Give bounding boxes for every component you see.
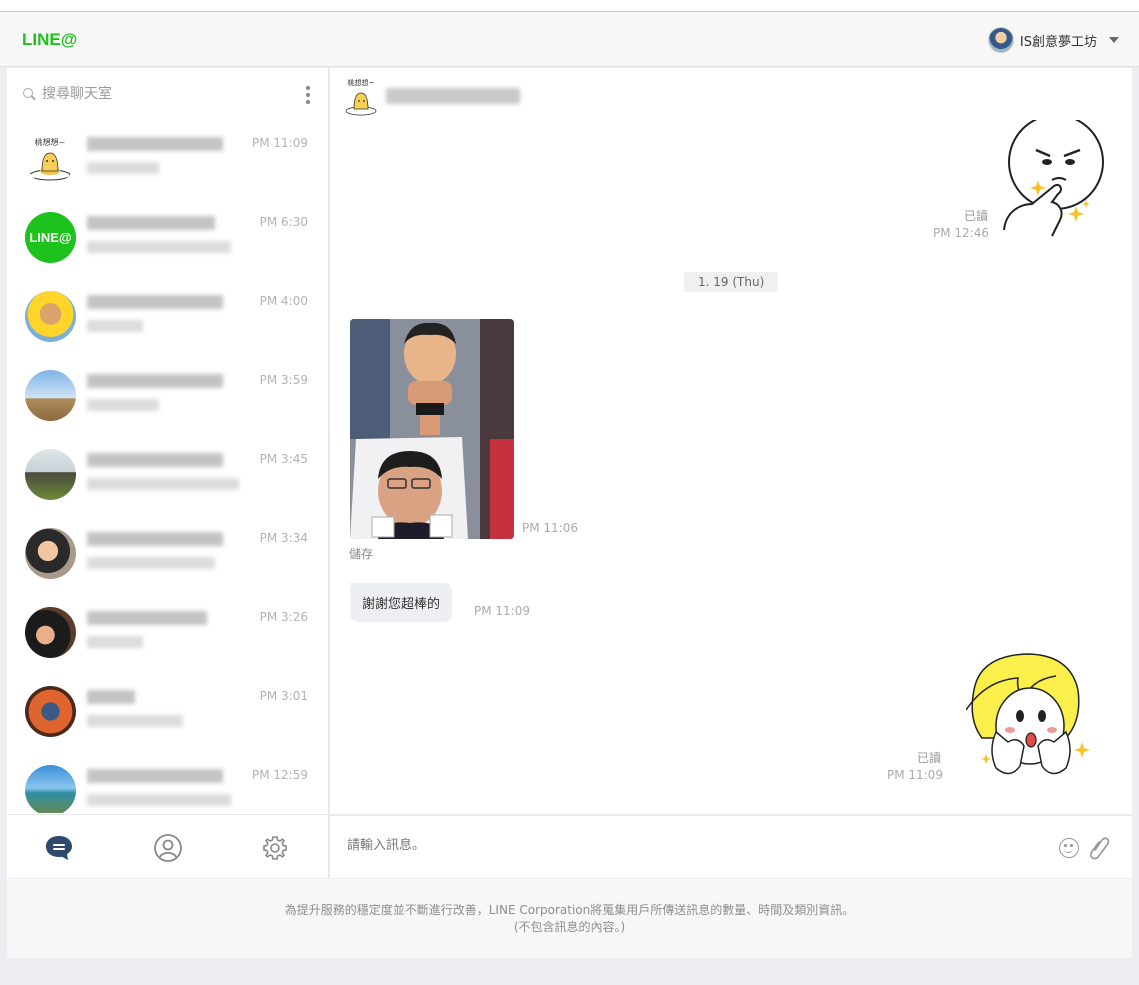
chat-preview-blurred	[87, 399, 159, 411]
sidebar-nav	[7, 814, 328, 878]
chat-time: PM 3:01	[259, 689, 308, 703]
search-icon	[23, 87, 36, 101]
message-bubble[interactable]: 謝謝您超棒的	[350, 583, 453, 622]
avatar	[25, 765, 76, 813]
chat-name-blurred	[87, 611, 207, 625]
chat-time: PM 3:34	[259, 531, 308, 545]
chat-list-item[interactable]: PM 3:34	[7, 518, 328, 597]
avatar	[25, 607, 76, 658]
chat-list-item[interactable]: PM 3:26	[7, 597, 328, 676]
chat-list-item[interactable]: LINE@ PM 6:30	[7, 202, 328, 281]
chat-list-item[interactable]: PM 3:45	[7, 439, 328, 518]
window-top-strip	[0, 0, 1139, 12]
conversation-panel: 桃想想~ 已讀 PM 12:46 1. 19 (Thu) PM 11:06 儲存…	[330, 68, 1132, 814]
chat-search	[23, 84, 313, 104]
message-input[interactable]	[347, 838, 1027, 853]
attachment-icon[interactable]	[1088, 836, 1110, 860]
contact-avatar: 桃想想~	[345, 78, 377, 116]
message-time: PM 11:09	[887, 768, 943, 782]
sticker-message[interactable]	[965, 650, 1096, 782]
privacy-notice: 為提升服務的穩定度並不斷進行改善，LINE Corporation將蒐集用戶所傳…	[7, 879, 1132, 958]
chevron-down-icon[interactable]	[1109, 37, 1119, 43]
sticker-message[interactable]	[1002, 114, 1106, 240]
settings-icon[interactable]	[260, 833, 290, 863]
line-at-logo[interactable]: LINE@	[22, 30, 77, 50]
chat-time: PM 3:45	[259, 452, 308, 466]
read-receipt: 已讀	[916, 751, 941, 765]
emoji-icon[interactable]	[1059, 838, 1079, 858]
account-menu[interactable]: IS創意夢工坊	[987, 27, 1119, 53]
chat-list-item[interactable]: PM 4:00	[7, 281, 328, 360]
avatar	[25, 291, 76, 342]
chat-name-blurred	[87, 295, 223, 309]
avatar	[25, 449, 76, 500]
message-composer	[330, 815, 1132, 878]
svg-text:桃想想~: 桃想想~	[35, 137, 66, 147]
chat-preview-blurred	[87, 241, 231, 253]
message-time: PM 11:09	[474, 604, 530, 618]
avatar	[25, 686, 76, 737]
chat-time: PM 3:26	[259, 610, 308, 624]
search-input[interactable]	[42, 86, 272, 102]
save-link[interactable]: 儲存	[349, 545, 373, 562]
chat-name-blurred	[87, 453, 223, 467]
chat-preview-blurred	[87, 478, 239, 490]
avatar	[25, 528, 76, 579]
chat-list: 桃想想~ PM 11:09 LINE@ PM 6:30 PM 4:00 PM 3…	[7, 123, 328, 813]
chat-name-blurred	[87, 374, 223, 388]
chat-sidebar: 桃想想~ PM 11:09 LINE@ PM 6:30 PM 4:00	[7, 68, 329, 878]
date-divider: 1. 19 (Thu)	[684, 272, 779, 292]
chat-preview-blurred	[87, 636, 143, 648]
chat-time: PM 3:59	[259, 373, 308, 387]
chat-list-item[interactable]: PM 3:59	[7, 360, 328, 439]
chat-preview-blurred	[87, 557, 215, 569]
read-receipt: 已讀	[963, 209, 988, 223]
line-at-avatar: LINE@	[25, 212, 76, 263]
line-at-avatar-text: LINE@	[29, 230, 72, 245]
chat-name-blurred	[87, 532, 223, 546]
more-options-icon[interactable]	[306, 86, 310, 104]
chat-preview-blurred	[87, 162, 159, 174]
chat-list-item[interactable]: PM 12:59	[7, 755, 328, 813]
chat-name-blurred	[87, 690, 135, 704]
privacy-notice-line2: (不包含訊息的內容。)	[513, 920, 626, 934]
chat-name-blurred	[87, 137, 223, 151]
conversation-name-blurred	[386, 88, 520, 104]
photo-message[interactable]	[350, 319, 514, 539]
avatar	[25, 370, 76, 421]
chat-time: PM 6:30	[259, 215, 308, 229]
app-header: LINE@ IS創意夢工坊	[0, 12, 1139, 67]
privacy-notice-line1: 為提升服務的穩定度並不斷進行改善，LINE Corporation將蒐集用戶所傳…	[284, 903, 855, 917]
chat-time: PM 11:09	[252, 136, 308, 150]
profile-icon[interactable]	[153, 833, 183, 863]
egg-sticker-avatar: 桃想想~	[25, 133, 76, 184]
chat-list-item[interactable]: 桃想想~ PM 11:09	[7, 123, 328, 202]
chat-name-blurred	[87, 216, 215, 230]
chat-icon[interactable]	[44, 833, 74, 863]
chat-time: PM 4:00	[259, 294, 308, 308]
chat-name-blurred	[87, 769, 223, 783]
chat-preview-blurred	[87, 794, 231, 806]
chat-preview-blurred	[87, 320, 143, 332]
chat-time: PM 12:59	[252, 768, 308, 782]
account-name: IS創意夢工坊	[1019, 34, 1097, 50]
conversation-header: 桃想想~	[344, 74, 520, 118]
chat-list-item[interactable]: PM 3:01	[7, 676, 328, 755]
account-avatar	[987, 27, 1014, 53]
message-time: PM 12:46	[933, 226, 989, 240]
message-time: PM 11:06	[522, 521, 578, 535]
sticker-caption: 桃想想~	[348, 78, 375, 87]
chat-preview-blurred	[87, 715, 183, 727]
